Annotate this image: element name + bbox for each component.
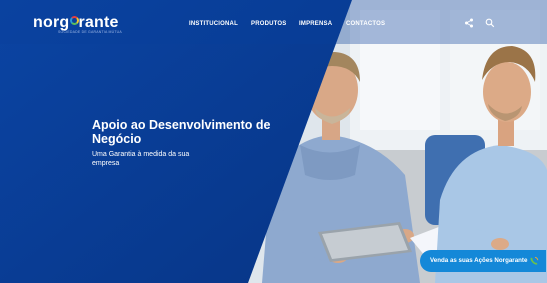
site-header: norgarante SOCIEDADE DE GARANTIA MÚTUA I… xyxy=(0,0,547,44)
sell-shares-label: Venda as suas Ações Norgarante xyxy=(430,257,528,264)
nav-imprensa[interactable]: IMPRENSA xyxy=(299,21,332,27)
phone-icon xyxy=(528,255,540,267)
nav-institucional[interactable]: INSTITUCIONAL xyxy=(189,21,238,27)
share-icon[interactable] xyxy=(464,18,474,28)
nav-contactos[interactable]: CONTACTOS xyxy=(346,21,385,27)
logo-tagline: SOCIEDADE DE GARANTIA MÚTUA xyxy=(58,30,122,34)
nav-produtos[interactable]: PRODUTOS xyxy=(251,21,287,27)
sell-shares-button[interactable]: Venda as suas Ações Norgarante xyxy=(420,250,546,272)
hero-headline: Apoio ao Desenvolvimento de Negócio xyxy=(92,118,271,146)
hero-subline: Uma Garantia à medida da sua empresa xyxy=(92,151,190,167)
search-icon[interactable] xyxy=(485,18,495,28)
hero-banner: norgarante SOCIEDADE DE GARANTIA MÚTUA I… xyxy=(0,0,547,283)
